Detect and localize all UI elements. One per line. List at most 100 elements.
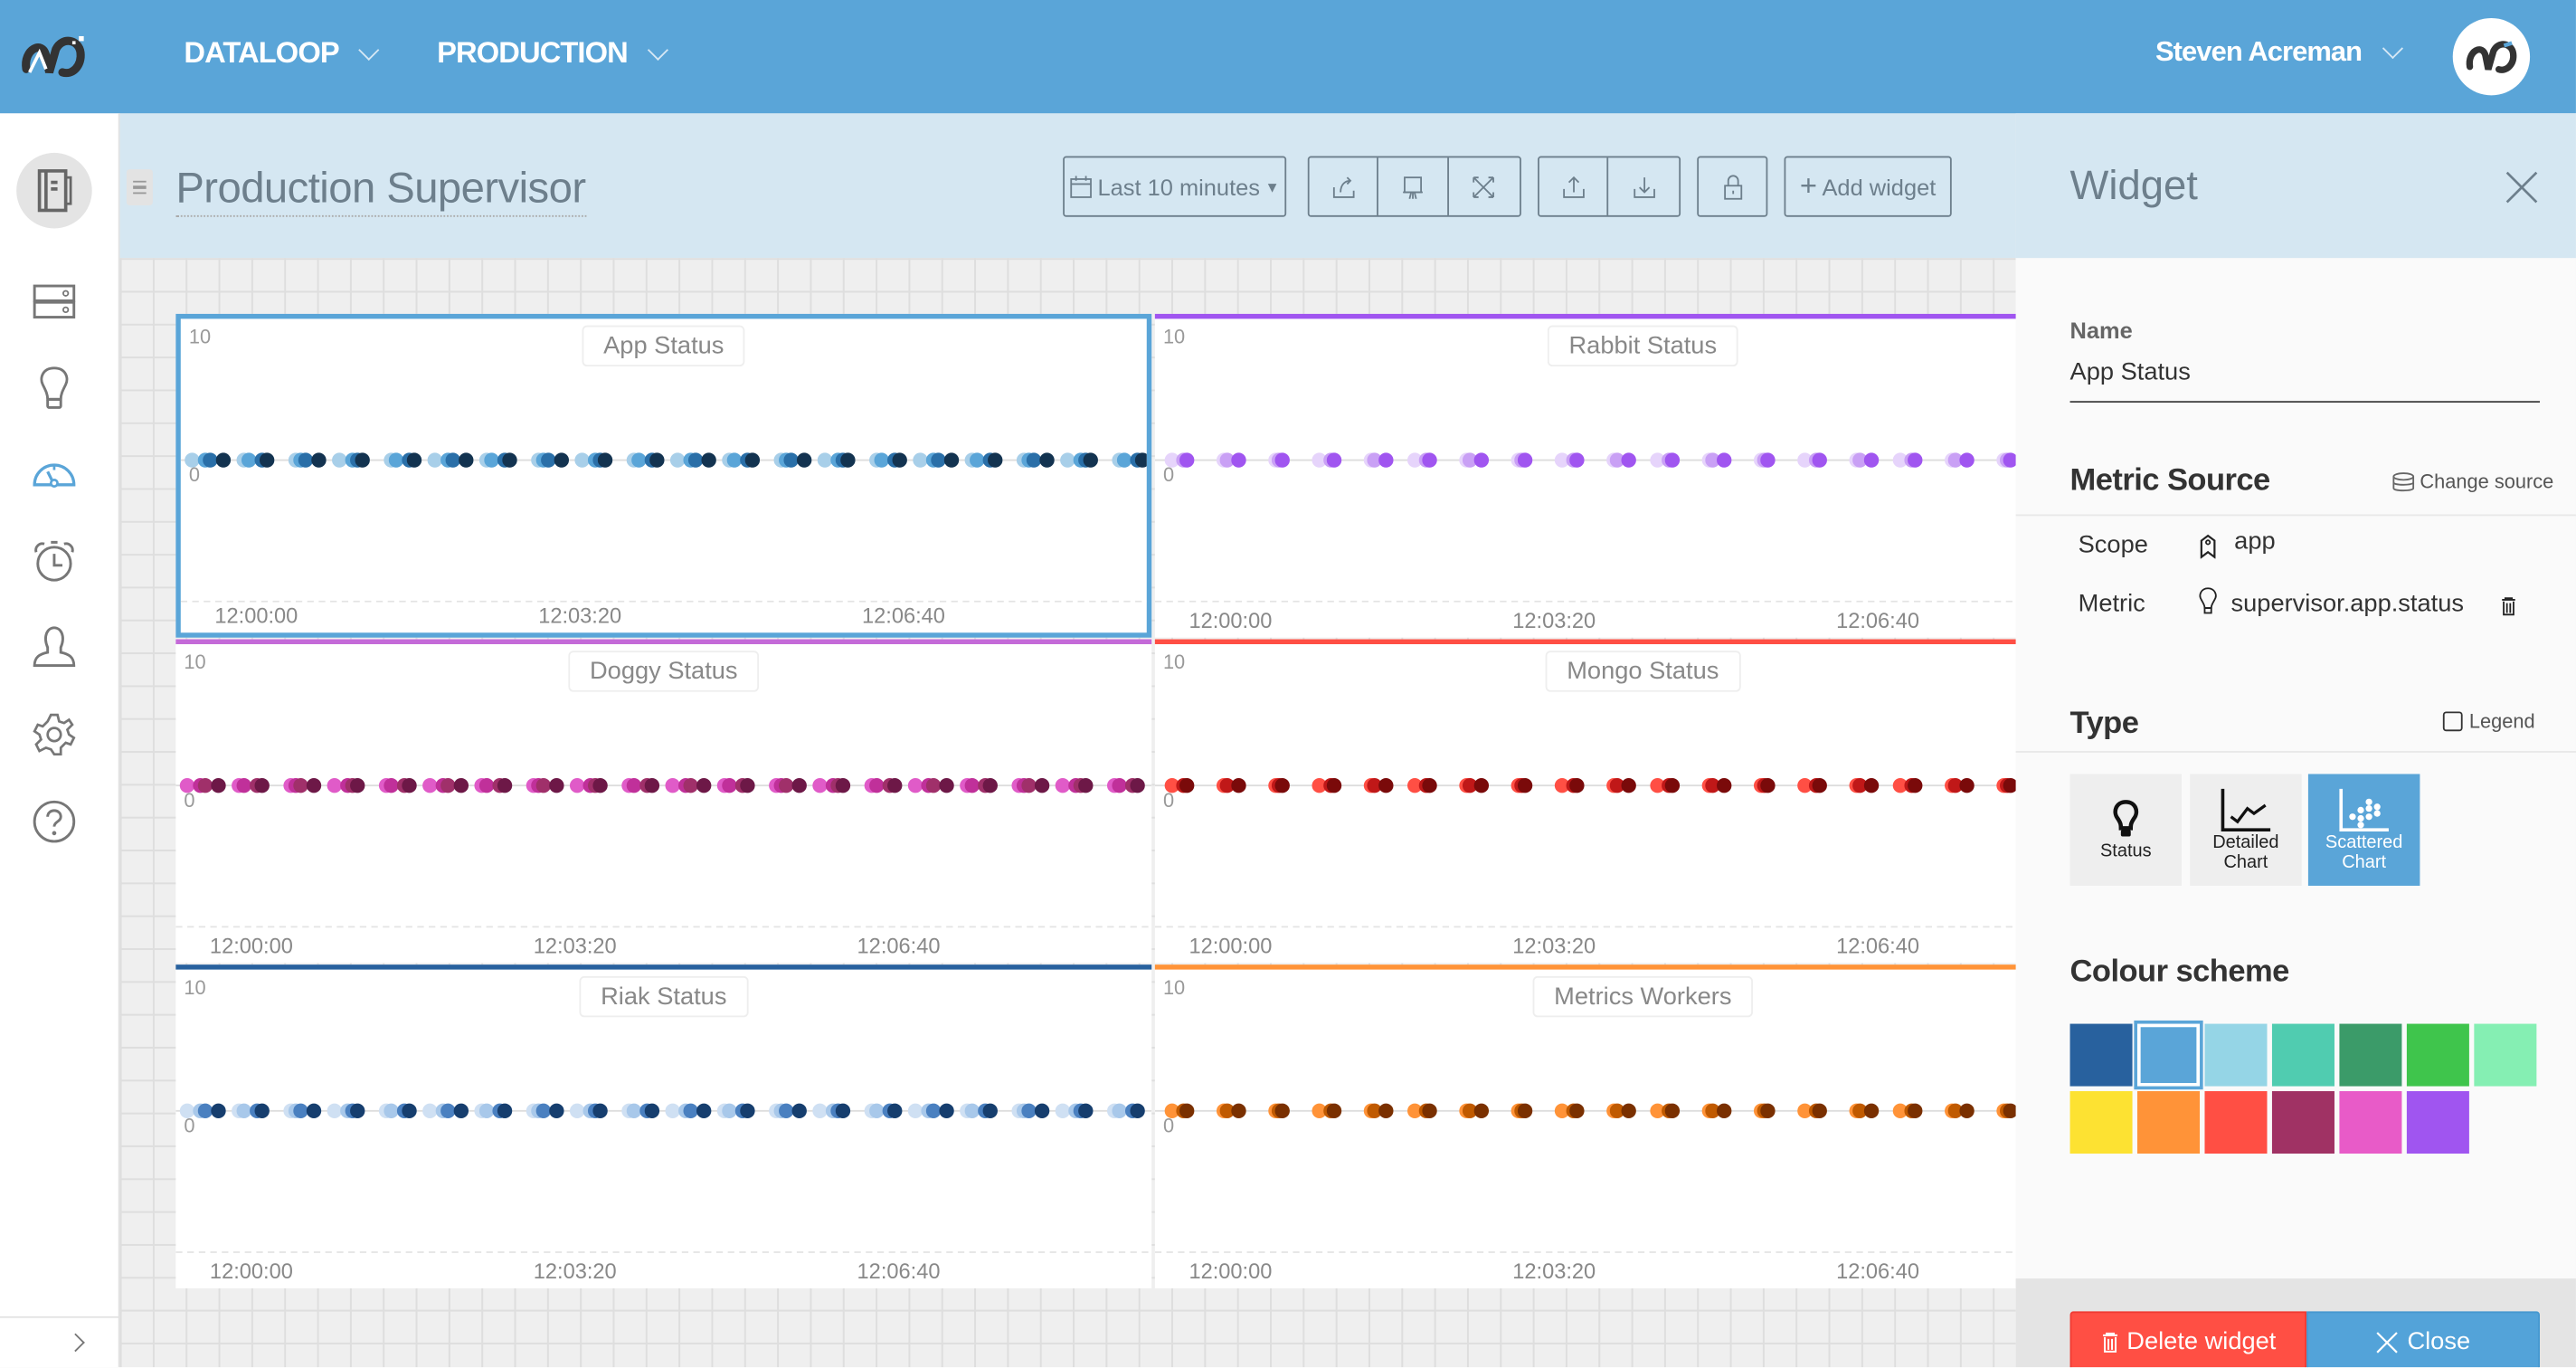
change-source-button[interactable]: Change source xyxy=(2392,470,2553,493)
colour-swatch[interactable] xyxy=(2406,1091,2469,1154)
lock-button[interactable] xyxy=(1697,156,1768,217)
widget-scatter-chart[interactable]: Doggy Status 10 0 12:00:00 12:03:20 12:06:40 xyxy=(175,639,1152,964)
data-point xyxy=(1231,452,1246,468)
colour-swatch[interactable] xyxy=(2271,1091,2334,1154)
widget-scatter-chart[interactable]: Metrics Workers 10 0 12:00:00 12:03:20 12:06:… xyxy=(1154,964,2131,1288)
export-button[interactable] xyxy=(1539,157,1609,215)
colour-swatch[interactable] xyxy=(2204,1023,2268,1087)
colour-swatch[interactable] xyxy=(2339,1023,2402,1087)
page-title[interactable]: Production Supervisor xyxy=(175,163,586,217)
x-tick-label: 12:03:20 xyxy=(533,933,617,958)
data-point xyxy=(478,778,495,793)
colour-swatch[interactable] xyxy=(2204,1091,2268,1154)
environment-dropdown[interactable]: PRODUCTION xyxy=(437,35,668,71)
data-point xyxy=(427,452,442,468)
data-point xyxy=(874,452,889,468)
data-point xyxy=(925,778,942,793)
data-point xyxy=(835,1103,851,1118)
line-chart-icon xyxy=(2221,788,2271,832)
user-icon[interactable] xyxy=(30,622,79,671)
lightbulb-icon[interactable] xyxy=(30,363,79,412)
sidebar-item-dashboards[interactable] xyxy=(16,152,92,229)
widget-scatter-chart[interactable]: Mongo Status 10 0 12:00:00 12:03:20 12:06:40 xyxy=(1154,639,2131,964)
data-point xyxy=(535,778,552,793)
data-point xyxy=(311,452,327,468)
database-icon xyxy=(2392,471,2415,491)
x-tick-label: 12:06:40 xyxy=(1836,1259,1919,1284)
type-label: Detailed xyxy=(2212,832,2279,853)
colour-swatch[interactable] xyxy=(2134,1020,2203,1090)
add-widget-button[interactable]: + Add widget xyxy=(1784,156,1952,217)
legend-checkbox[interactable]: Legend xyxy=(2442,710,2535,733)
avatar[interactable] xyxy=(2452,17,2531,96)
data-point xyxy=(1959,452,1975,468)
close-button[interactable]: Close xyxy=(2306,1311,2540,1368)
widget-scatter-chart[interactable]: Riak Status 10 0 12:00:00 12:03:20 12:06:40 xyxy=(175,964,1152,1288)
fullscreen-button[interactable] xyxy=(1448,157,1520,215)
share-button[interactable] xyxy=(1310,157,1379,215)
data-point xyxy=(696,1103,712,1118)
widget-scatter-chart[interactable]: Rabbit Status 10 0 12:00:00 12:03:20 12:06:40 xyxy=(1154,313,2131,638)
type-detailed-chart-button[interactable]: Detailed Chart xyxy=(2190,774,2302,886)
data-point xyxy=(327,1103,342,1118)
close-icon[interactable] xyxy=(2505,171,2538,204)
colour-swatch[interactable] xyxy=(2271,1023,2334,1087)
user-menu[interactable]: Steven Acreman xyxy=(2155,36,2403,69)
colour-swatch[interactable] xyxy=(2069,1091,2133,1154)
metric-label: Metric xyxy=(2078,590,2145,618)
servers-icon[interactable] xyxy=(30,276,79,325)
data-point xyxy=(497,1103,513,1118)
sidebar-expand-button[interactable] xyxy=(0,1316,120,1367)
type-scattered-chart-button[interactable]: Scattered Chart xyxy=(2307,774,2420,886)
data-point xyxy=(964,1103,980,1118)
colour-swatch[interactable] xyxy=(2406,1023,2469,1087)
dashboard-grid: App Status 10 0 12:00:00 12:03:20 12:06:40 Rab… xyxy=(119,258,2131,1368)
dashboards-book-icon xyxy=(37,169,72,213)
data-point xyxy=(1034,1103,1050,1118)
widget-scatter-chart[interactable]: App Status 10 0 12:00:00 12:03:20 12:06:40 xyxy=(175,313,1152,638)
presentation-button[interactable] xyxy=(1379,157,1449,215)
org-dropdown[interactable]: DATALOOP xyxy=(184,36,380,71)
dashboard-gauge-icon[interactable] xyxy=(30,449,79,498)
chevron-down-icon xyxy=(358,38,380,61)
data-point xyxy=(1378,1103,1394,1118)
name-input[interactable]: App Status xyxy=(2069,358,2540,403)
type-status-button[interactable]: Status xyxy=(2069,774,2183,886)
time-range-dropdown[interactable]: Last 10 minutes ▼ xyxy=(1063,156,1287,217)
delete-widget-button[interactable]: Delete widget xyxy=(2069,1311,2307,1368)
alarm-clock-icon[interactable] xyxy=(30,537,79,586)
data-point xyxy=(1717,1103,1732,1118)
widget-title[interactable]: Metrics Workers xyxy=(1532,975,1754,1018)
expand-icon xyxy=(1473,176,1495,197)
data-point xyxy=(665,1103,680,1118)
environment-label: PRODUCTION xyxy=(437,35,629,70)
import-button[interactable] xyxy=(1608,157,1679,215)
data-point xyxy=(1112,1103,1127,1118)
x-tick-label: 12:06:40 xyxy=(857,1259,941,1284)
data-point xyxy=(683,1103,698,1118)
widget-title[interactable]: Rabbit Status xyxy=(1547,325,1738,367)
widget-title[interactable]: App Status xyxy=(582,325,746,367)
data-point xyxy=(779,1103,794,1118)
chevron-down-icon xyxy=(647,38,668,61)
data-point xyxy=(907,778,923,793)
data-point xyxy=(939,778,954,793)
colour-swatch[interactable] xyxy=(2339,1091,2402,1154)
colour-swatch[interactable] xyxy=(2137,1091,2201,1154)
colour-swatch[interactable] xyxy=(2069,1023,2133,1087)
dataloop-logo-icon[interactable] xyxy=(20,33,89,81)
data-point xyxy=(701,452,716,468)
widget-title[interactable]: Doggy Status xyxy=(568,651,760,692)
data-point xyxy=(306,1103,322,1118)
data-point xyxy=(1812,778,1827,793)
trash-icon[interactable] xyxy=(2500,596,2516,616)
data-point xyxy=(1179,1103,1195,1118)
help-icon[interactable] xyxy=(30,797,79,846)
menu-toggle-button[interactable] xyxy=(126,169,153,206)
colour-swatch[interactable] xyxy=(2474,1023,2537,1087)
data-point xyxy=(535,1103,552,1118)
gear-icon[interactable] xyxy=(30,710,79,759)
widget-title[interactable]: Mongo Status xyxy=(1545,651,1740,692)
widget-title[interactable]: Riak Status xyxy=(579,975,749,1018)
chart-plot xyxy=(1154,452,2131,603)
